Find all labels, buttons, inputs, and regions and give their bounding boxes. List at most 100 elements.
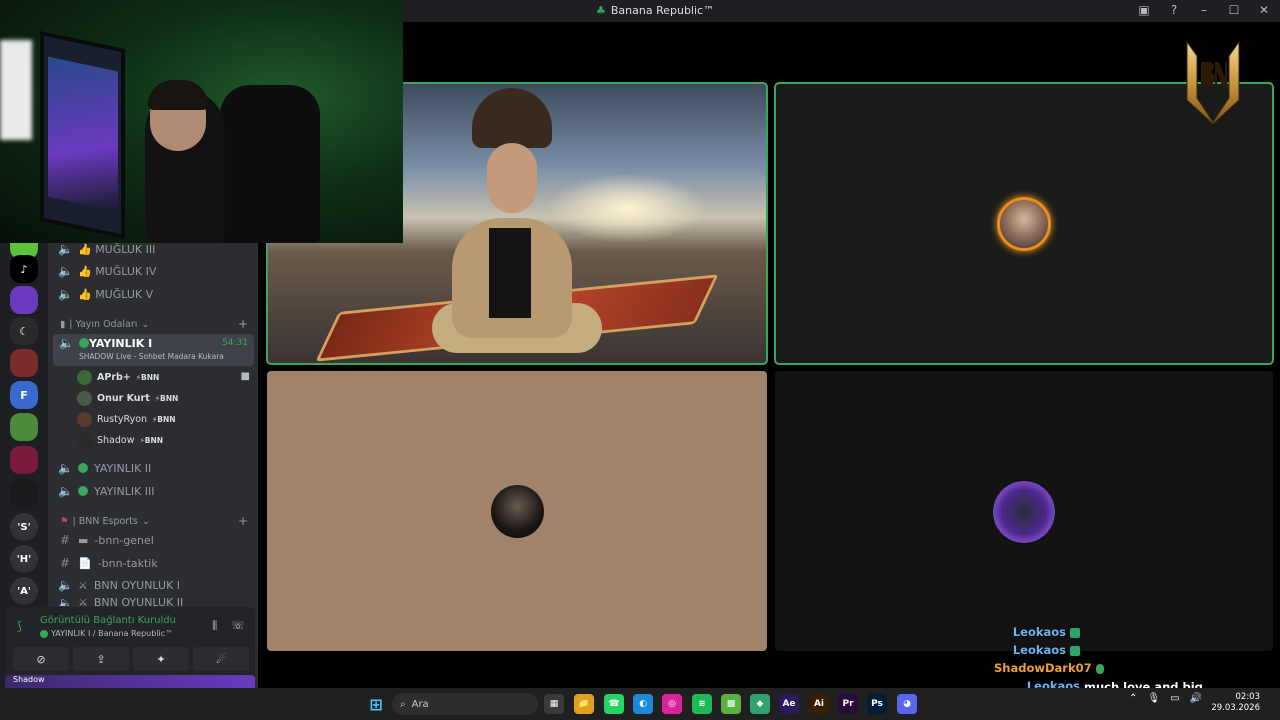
gaming-chair <box>220 85 320 243</box>
screen-share-button[interactable]: ⇪ <box>73 647 129 671</box>
live-dot-icon <box>78 486 88 496</box>
server-icon[interactable]: F <box>10 381 38 409</box>
channel-yayinlik-2[interactable]: 🔈 YAYINLIK II <box>58 458 151 478</box>
avatar <box>77 432 92 448</box>
microphone-icon[interactable]: 🎙 <box>1147 693 1160 704</box>
speaker-icon: 🔈 <box>58 242 73 256</box>
disconnect-icon[interactable]: ☏ <box>231 619 245 633</box>
chat-message: ShadowDark07 <box>994 661 1254 679</box>
channel-bnn-oyunluk-1[interactable]: 🔈 ⚔ BNN OYUNLUK I <box>58 575 180 595</box>
signal-icon: ⟆ <box>17 619 22 633</box>
channel-bnn-genel[interactable]: # ▬ -bnn-genel <box>58 530 154 550</box>
category-bnn-esports[interactable]: ⚑ | BNN Esports ⌄ <box>60 516 150 527</box>
channel-muglik-4[interactable]: 🔈 👍 MUĞLUK IV <box>58 261 156 281</box>
app-logo-icon: ♣ <box>596 4 606 17</box>
video-tile-user-4[interactable] <box>775 371 1273 651</box>
server-icon[interactable]: ☾ <box>10 317 38 345</box>
camera-off-button[interactable]: ⊘ <box>13 647 69 671</box>
channel-muglik-5[interactable]: 🔈 👍 MUĞLUK V <box>58 284 153 304</box>
category-icon: ▮ <box>60 319 66 330</box>
chevron-down-icon: ⌄ <box>141 319 150 330</box>
add-channel-button[interactable]: + <box>238 514 248 528</box>
video-tile-user-3[interactable] <box>267 371 767 651</box>
streamer-hair <box>148 80 208 110</box>
taskbar-clock[interactable]: 02:03 29.03.2026 <box>1211 692 1260 714</box>
add-channel-button[interactable]: + <box>238 317 248 331</box>
voice-status: Görüntülü Bağlantı Kuruldu <box>40 615 176 626</box>
voice-member[interactable]: APrb+ ⚡BNN <box>77 368 159 386</box>
person-head <box>487 143 537 213</box>
chat-nick: Leokaos <box>1012 625 1066 639</box>
badge-icon <box>1070 646 1080 656</box>
voice-member[interactable]: Onur Kurt ⚡BNN <box>77 389 178 407</box>
voice-member[interactable]: Shadow ⚡BNN <box>77 431 163 449</box>
system-tray: ⌃ 🎙 ▭ 🔊 <box>1129 693 1202 704</box>
avatar <box>77 390 92 406</box>
channel-bnn-oyunluk-2[interactable]: 🔈 ⚔ BNN OYUNLUK II <box>58 596 183 606</box>
inbox-icon[interactable]: ▣ <box>1136 3 1152 17</box>
channel-list: 🔈 👍 MUĞLUK III 🔈 👍 MUĞLUK IV 🔈 👍 MUĞLUK … <box>5 242 258 688</box>
channel-yayinlik-3[interactable]: 🔈 YAYINLIK III <box>58 481 155 501</box>
server-icon[interactable] <box>10 349 38 377</box>
server-icon[interactable] <box>10 286 38 314</box>
voice-top-controls: ⫼ ☏ <box>212 619 245 633</box>
taskbar-app-icon[interactable]: Pr <box>838 694 858 714</box>
chevron-down-icon: ⌄ <box>141 516 150 527</box>
voice-connection-panel: ⟆ Görüntülü Bağlantı Kuruldu YAYINLIK I … <box>5 607 255 682</box>
chevron-up-icon[interactable]: ⌃ <box>1129 693 1137 704</box>
live-dot-icon <box>79 338 89 348</box>
close-button[interactable]: ✕ <box>1256 3 1272 17</box>
avatar <box>77 369 92 385</box>
stream-chat-overlay: Leokaos Leokaos ShadowDark07 Leokaos muc… <box>994 625 1254 710</box>
soundboard-button[interactable]: ☄ <box>193 647 249 671</box>
active-voice-channel[interactable]: 🔈 YAYINLIK I 54:31 SHADOW Live - Sohbet … <box>53 334 254 366</box>
taskbar-app-icon[interactable]: ◕ <box>897 694 917 714</box>
network-icon[interactable]: ▭ <box>1170 693 1179 704</box>
discord-sidebar: ♪ ☾ F 'S' 'H' 'A' 🔈 👍 MUĞLUK III 🔈 👍 MUĞLUK I… <box>0 231 258 688</box>
taskbar-app-icon[interactable]: ≋ <box>692 694 712 714</box>
chat-message: Leokaos <box>994 643 1254 661</box>
taskbar-app-icon[interactable]: ☎ <box>604 694 624 714</box>
chat-message: Leokaos <box>994 625 1254 643</box>
person-shirt <box>489 228 531 318</box>
server-icon[interactable] <box>10 446 38 474</box>
server-icon[interactable]: ♪ <box>10 255 38 283</box>
server-icon[interactable]: 'H' <box>10 545 38 573</box>
badge-icon <box>1095 664 1105 674</box>
sky-glow <box>547 173 707 243</box>
taskbar-app-icon[interactable]: 📁 <box>574 694 594 714</box>
streamer-webcam-overlay <box>0 0 403 243</box>
user-strip[interactable]: Shadow <box>5 675 255 688</box>
live-dot-icon <box>78 463 88 473</box>
camera-icon: ■ <box>240 371 250 382</box>
taskbar-app-icon[interactable]: ◐ <box>633 694 653 714</box>
windows-start-icon[interactable]: ⊞ <box>366 694 386 714</box>
taskbar-search[interactable]: ⌕ Ara <box>392 693 538 715</box>
noise-suppression-icon[interactable]: ⫼ <box>212 619 217 633</box>
speaker-icon: 🔈 <box>58 287 73 301</box>
channel-status: SHADOW Live - Sohbet Madara Kukara <box>79 352 224 361</box>
voice-member[interactable]: RustyRyon ⚡BNN <box>77 410 176 428</box>
badge-icon <box>1070 628 1080 638</box>
maximize-button[interactable]: ☐ <box>1226 3 1242 17</box>
taskbar-app-icon[interactable]: ◎ <box>662 694 682 714</box>
video-tile-user-2[interactable] <box>774 82 1274 365</box>
activities-button[interactable]: ✦ <box>133 647 189 671</box>
help-icon[interactable]: ? <box>1166 3 1182 17</box>
category-yayin-odalari[interactable]: ▮ | Yayın Odaları ⌄ <box>60 319 149 330</box>
taskbar-app-icon[interactable]: Ai <box>809 694 829 714</box>
server-icon[interactable]: 'S' <box>10 513 38 541</box>
volume-icon[interactable]: 🔊 <box>1190 693 1202 704</box>
taskbar-app-icon[interactable]: Ps <box>867 694 887 714</box>
taskbar-app-icon[interactable]: ▦ <box>544 694 564 714</box>
minimize-button[interactable]: – <box>1196 3 1212 17</box>
hashtag-icon: # <box>59 533 71 547</box>
server-icon[interactable] <box>10 413 38 441</box>
taskbar-app-icon[interactable]: Ae <box>779 694 799 714</box>
server-icon[interactable]: 'A' <box>10 577 38 605</box>
chat-nick: Leokaos <box>1012 643 1066 657</box>
taskbar-app-icon[interactable]: ◆ <box>750 694 770 714</box>
taskbar-app-icon[interactable]: ▩ <box>721 694 741 714</box>
channel-bnn-taktik[interactable]: # 📄 -bnn-taktik <box>58 553 158 573</box>
server-icon[interactable] <box>10 479 38 507</box>
